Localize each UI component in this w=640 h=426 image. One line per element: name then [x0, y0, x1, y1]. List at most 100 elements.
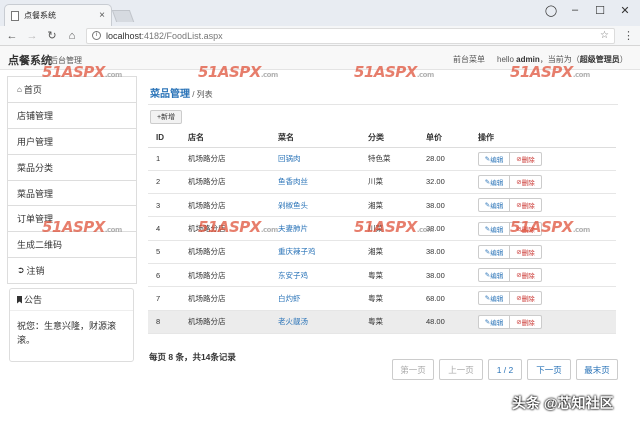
maximize-icon[interactable]: ☐ — [587, 0, 613, 20]
close-tab-icon[interactable]: × — [99, 10, 105, 21]
url-input[interactable]: i localhost:4182/FoodList.aspx ☆ — [86, 27, 615, 44]
breadcrumb-current[interactable]: 菜品管理 — [150, 89, 190, 100]
delete-button[interactable]: ⊘ 删除 — [510, 314, 542, 329]
table-row: 5 机场路分店 重庆辣子鸡 湘菜 38.00 ✎ 编辑 ⊘ 删除 — [148, 240, 616, 264]
cell-actions: ✎ 编辑 ⊘ 删除 — [470, 286, 616, 311]
edit-button[interactable]: ✎ 编辑 — [478, 244, 510, 259]
window-close-icon[interactable]: ✕ — [612, 0, 638, 20]
col-name: 菜名 — [270, 128, 360, 148]
pager-next[interactable]: 下一页 — [527, 359, 571, 380]
cell-shop: 机场路分店 — [180, 310, 270, 334]
profile-icon[interactable]: ◯ — [538, 0, 564, 20]
edit-button[interactable]: ✎ 编辑 — [478, 221, 510, 236]
forward-icon[interactable]: → — [26, 30, 38, 42]
sidebar-item-foods[interactable]: 菜品管理 — [8, 181, 136, 207]
cell-category: 湘菜 — [360, 240, 418, 264]
table-row: 6 机场路分店 东安子鸡 粤菜 38.00 ✎ 编辑 ⊘ 删除 — [148, 263, 616, 288]
notice-text: 祝您：生意兴隆，财源滚滚。 — [17, 321, 117, 345]
cell-food-name: 重庆辣子鸡 — [270, 240, 360, 264]
edit-button[interactable]: ✎ 编辑 — [478, 151, 510, 166]
cell-actions: ✎ 编辑 ⊘ 删除 — [470, 147, 616, 171]
delete-button[interactable]: ⊘ 删除 — [510, 244, 542, 259]
minimize-icon[interactable]: – — [562, 0, 588, 20]
home-nav-icon[interactable]: ⌂ — [66, 30, 78, 42]
cell-id: 6 — [148, 263, 180, 288]
url-text: localhost:4182/FoodList.aspx — [106, 30, 223, 41]
cell-food-name: 回锅肉 — [270, 147, 360, 171]
browser-menu-icon[interactable]: ⋮ — [623, 29, 634, 42]
edit-button[interactable]: ✎ 编辑 — [478, 174, 510, 189]
cell-id: 1 — [148, 147, 180, 171]
sidebar-nav: ⌂ 首页 店铺管理 用户管理 菜品分类 菜品管理 订单管理 生成二维码 ➲ 注销 — [7, 76, 137, 285]
cell-category: 粤菜 — [360, 310, 418, 334]
watermark: 51ASPX.com — [42, 63, 122, 81]
table-row: 2 机场路分店 鱼香肉丝 川菜 32.00 ✎ 编辑 ⊘ 删除 — [148, 170, 616, 195]
edit-button[interactable]: ✎ 编辑 — [478, 268, 510, 283]
food-name-link[interactable]: 重庆辣子鸡 — [278, 247, 316, 256]
info-icon[interactable]: i — [92, 31, 101, 40]
table-row: 1 机场路分店 回锅肉 特色菜 28.00 ✎ 编辑 ⊘ 删除 — [148, 147, 616, 171]
cell-category: 湘菜 — [360, 193, 418, 218]
notice-header: 公告 — [10, 289, 133, 311]
cell-price: 38.00 — [418, 240, 470, 264]
sidebar-item-logout[interactable]: ➲ 注销 — [8, 258, 136, 285]
front-menu-link[interactable]: 前台菜单 — [453, 54, 485, 65]
pager-last[interactable]: 最末页 — [576, 359, 618, 380]
sidebar-item-categories[interactable]: 菜品分类 — [8, 155, 136, 181]
col-price: 单价 — [418, 128, 470, 148]
cell-shop: 机场路分店 — [180, 193, 270, 218]
home-icon: ⌂ — [17, 84, 22, 94]
cell-price: 38.00 — [418, 193, 470, 218]
cell-shop: 机场路分店 — [180, 170, 270, 195]
pager-first[interactable]: 第一页 — [392, 359, 434, 380]
food-name-link[interactable]: 东安子鸡 — [278, 271, 308, 280]
food-name-link[interactable]: 剁椒鱼头 — [278, 201, 308, 210]
food-name-link[interactable]: 夫妻肺片 — [278, 224, 308, 233]
cell-food-name: 老火靓汤 — [270, 310, 360, 334]
sidebar-item-users[interactable]: 用户管理 — [8, 129, 136, 155]
cell-id: 7 — [148, 286, 180, 311]
delete-button[interactable]: ⊘ 删除 — [510, 174, 542, 189]
cell-food-name: 白灼虾 — [270, 286, 360, 311]
bookmark-star-icon[interactable]: ☆ — [600, 30, 609, 41]
cell-actions: ✎ 编辑 ⊘ 删除 — [470, 263, 616, 288]
food-name-link[interactable]: 鱼香肉丝 — [278, 177, 308, 186]
delete-button[interactable]: ⊘ 删除 — [510, 198, 542, 213]
pager-current[interactable]: 1 / 2 — [488, 359, 522, 380]
pager-prev[interactable]: 上一页 — [439, 359, 483, 380]
sidebar-item-shops[interactable]: 店铺管理 — [8, 103, 136, 129]
watermark: 51ASPX.com — [354, 63, 434, 81]
logout-icon: ➲ — [17, 265, 25, 276]
food-name-link[interactable]: 老火靓汤 — [278, 317, 308, 326]
cell-actions: ✎ 编辑 ⊘ 删除 — [470, 240, 616, 264]
add-food-button[interactable]: + 新增 — [150, 110, 182, 124]
back-icon[interactable]: ← — [6, 30, 18, 42]
reload-icon[interactable]: ↻ — [46, 29, 58, 42]
edit-button[interactable]: ✎ 编辑 — [478, 314, 510, 329]
col-id: ID — [148, 128, 180, 148]
edit-button[interactable]: ✎ 编辑 — [478, 291, 510, 306]
sidebar-item-qrcode[interactable]: 生成二维码 — [8, 232, 136, 259]
food-name-link[interactable]: 回锅肉 — [278, 154, 301, 163]
edit-button[interactable]: ✎ 编辑 — [478, 198, 510, 213]
breadcrumb: 菜品管理 / 列表 — [150, 89, 213, 100]
watermark: 51ASPX.com — [510, 63, 590, 81]
food-name-link[interactable]: 白灼虾 — [278, 294, 301, 303]
delete-button[interactable]: ⊘ 删除 — [510, 151, 542, 166]
cell-id: 2 — [148, 170, 180, 195]
table-row: 8 机场路分店 老火靓汤 粤菜 48.00 ✎ 编辑 ⊘ 删除 — [148, 310, 616, 334]
col-shop: 店名 — [180, 128, 270, 148]
cell-category: 特色菜 — [360, 147, 418, 171]
new-tab-button[interactable] — [111, 10, 135, 22]
cell-food-name: 剁椒鱼头 — [270, 193, 360, 218]
notice-panel: 公告 祝您：生意兴隆，财源滚滚。 — [9, 288, 134, 362]
browser-tab[interactable]: 点餐系统 × — [4, 4, 112, 26]
cell-price: 48.00 — [418, 310, 470, 334]
table-row: 3 机场路分店 剁椒鱼头 湘菜 38.00 ✎ 编辑 ⊘ 删除 — [148, 193, 616, 218]
page-info: 每页 8 条，共14条记录 — [149, 352, 236, 362]
delete-button[interactable]: ⊘ 删除 — [510, 291, 542, 306]
col-category: 分类 — [360, 128, 418, 148]
col-actions: 操作 — [470, 128, 616, 148]
delete-button[interactable]: ⊘ 删除 — [510, 268, 542, 283]
watermark: 51ASPX.com — [42, 218, 122, 236]
